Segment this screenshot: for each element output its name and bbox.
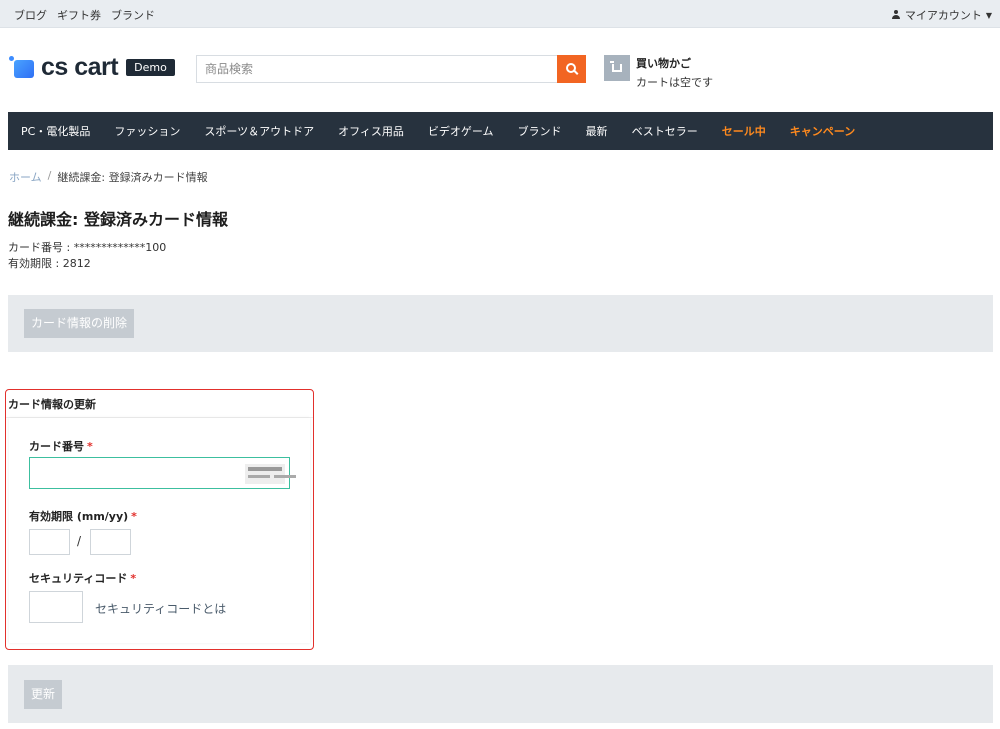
page-title: 継続課金: 登録済みカード情報 bbox=[8, 210, 228, 229]
security-code-label: セキュリティコード * bbox=[29, 572, 137, 585]
update-panel: 更新 bbox=[8, 665, 993, 723]
expiry-month-input[interactable] bbox=[29, 529, 70, 555]
update-form-body: カード番号 * 有効期限 (mm/yy) * / セキュリティコード * セキュリティ… bbox=[9, 418, 310, 643]
update-button[interactable]: 更新 bbox=[24, 680, 63, 709]
nav-item-pc-electronics[interactable]: PC・電化製品 bbox=[21, 123, 90, 139]
card-number-input[interactable] bbox=[29, 457, 290, 489]
breadcrumb: ホーム / 継続課金: 登録済みカード情報 bbox=[9, 169, 208, 185]
my-account-menu[interactable]: マイアカウント ▼ bbox=[891, 7, 992, 23]
security-code-help-link[interactable]: セキュリティコードとは bbox=[95, 600, 226, 617]
nav-item-fashion[interactable]: ファッション bbox=[114, 123, 180, 139]
security-code-input[interactable] bbox=[29, 591, 83, 623]
top-bar: ブログ ギフト券 ブランド マイアカウント ▼ bbox=[0, 0, 1000, 28]
cs-cart-logo-icon bbox=[9, 56, 39, 78]
breadcrumb-current: 継続課金: 登録済みカード情報 bbox=[57, 171, 208, 184]
demo-badge: Demo bbox=[126, 58, 175, 76]
top-link-brand[interactable]: ブランド bbox=[111, 7, 155, 23]
breadcrumb-separator: / bbox=[47, 169, 52, 182]
nav-item-newest[interactable]: 最新 bbox=[586, 123, 608, 139]
expiry-year-input[interactable] bbox=[90, 529, 131, 555]
card-number-label: カード番号 * bbox=[29, 440, 93, 453]
logo[interactable]: cs cart Demo bbox=[9, 52, 175, 82]
delete-card-button[interactable]: カード情報の削除 bbox=[24, 309, 135, 338]
cart-status: カートは空です bbox=[636, 76, 713, 89]
nav-item-video-games[interactable]: ビデオゲーム bbox=[428, 123, 494, 139]
expiry-label: 有効期限 (mm/yy) * bbox=[29, 510, 137, 523]
logo-text: cs cart bbox=[41, 52, 119, 81]
nav-item-sale[interactable]: セール中 bbox=[722, 123, 766, 139]
cart-text: 買い物かご カートは空です bbox=[636, 55, 713, 90]
nav-item-sports-outdoor[interactable]: スポーツ＆アウトドア bbox=[204, 123, 314, 139]
top-link-blog[interactable]: ブログ bbox=[14, 7, 47, 23]
expiry-line: 有効期限 : 2812 bbox=[8, 257, 91, 270]
delete-panel: カード情報の削除 bbox=[8, 295, 993, 352]
search-bar bbox=[196, 55, 586, 83]
nav-item-bestsellers[interactable]: ベストセラー bbox=[632, 123, 698, 139]
nav-item-campaign[interactable]: キャンペーン bbox=[790, 123, 855, 139]
update-form-heading: カード情報の更新 bbox=[6, 390, 313, 418]
chevron-down-icon: ▼ bbox=[985, 10, 992, 20]
search-icon bbox=[565, 63, 576, 73]
update-card-form: カード情報の更新 カード番号 * 有効期限 (mm/yy) * / セキュリティコー… bbox=[5, 389, 314, 650]
credit-card-icon bbox=[245, 464, 285, 484]
cart-title: 買い物かご bbox=[636, 57, 691, 70]
card-number-line: カード番号 : *************100 bbox=[8, 241, 167, 254]
breadcrumb-home[interactable]: ホーム bbox=[9, 169, 42, 185]
cart-button[interactable] bbox=[604, 55, 630, 81]
user-icon bbox=[891, 10, 901, 20]
my-account-label: マイアカウント bbox=[904, 9, 982, 22]
nav-item-office[interactable]: オフィス用品 bbox=[338, 123, 404, 139]
registered-card-info: カード番号 : *************100 有効期限 : 2812 bbox=[8, 240, 166, 272]
top-links: ブログ ギフト券 ブランド bbox=[14, 7, 155, 23]
search-input[interactable] bbox=[196, 55, 557, 83]
header: cs cart Demo 買い物かご カートは空です bbox=[0, 28, 1000, 112]
top-link-gift-card[interactable]: ギフト券 bbox=[57, 7, 101, 23]
cart-widget[interactable]: 買い物かご カートは空です bbox=[604, 55, 713, 90]
main-nav: PC・電化製品 ファッション スポーツ＆アウトドア オフィス用品 ビデオゲーム … bbox=[8, 112, 993, 150]
nav-item-brands[interactable]: ブランド bbox=[518, 123, 562, 139]
search-button[interactable] bbox=[557, 55, 586, 83]
cart-icon bbox=[610, 61, 622, 72]
expiry-separator: / bbox=[77, 534, 82, 548]
